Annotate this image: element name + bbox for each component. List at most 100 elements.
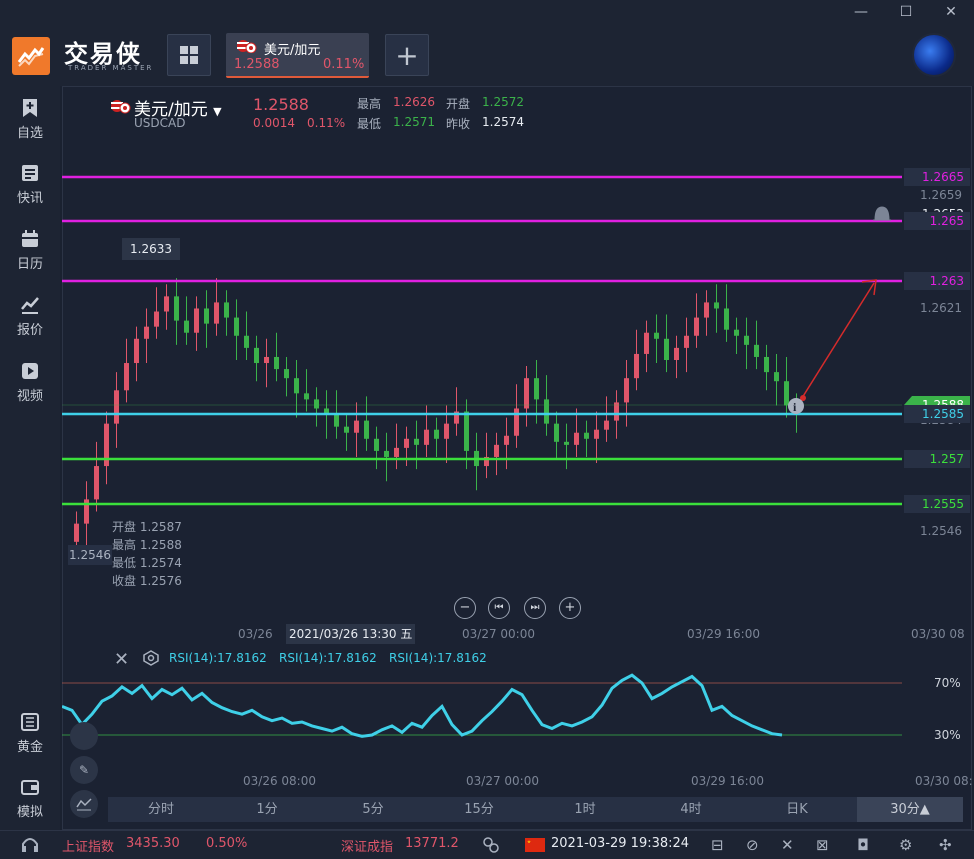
candle-body [224,302,229,318]
index2-value: 13771.2 [405,836,459,851]
add-tab-button[interactable]: + [385,34,429,76]
candle-body [144,326,149,339]
index1-name[interactable]: 上证指数 [62,836,114,855]
sidebar-item-label: 快讯 [16,191,43,206]
candle-body [334,414,339,427]
magnet-icon[interactable]: ⊠ [816,836,829,854]
sidebar-item-label: 模拟 [16,805,43,820]
scroll-start-button[interactable]: ⏮ [488,597,510,619]
candle-body [674,347,679,360]
candlestick-chart[interactable]: i [62,140,972,620]
candle-body [684,335,689,348]
candle-body [654,332,659,339]
level-tag-4: 1.2585 [904,405,970,423]
candle-body [264,356,269,364]
candle-body [274,356,279,370]
layout-grid-button[interactable] [167,34,211,76]
candle-body [644,332,649,354]
high-label: 最高 [357,97,382,111]
candle-body [124,363,129,391]
candle-body [784,381,789,406]
minimize-button[interactable]: — [850,4,872,22]
zoom-out-button[interactable]: − [454,597,476,619]
news-icon [22,165,38,181]
ohlc-close: 收盘 1.2576 [112,574,182,588]
candle-body [464,411,469,451]
symbol-price: 1.2588 [253,95,309,114]
period-30m[interactable]: 30分▲ [857,797,963,822]
candle-body [404,438,409,448]
maximize-button[interactable]: ☐ [895,4,917,22]
sidebar-item-label: 视频 [16,389,43,404]
candle-body [434,429,439,439]
settings-gear-icon[interactable]: ⚙ [899,836,912,854]
candle-body [664,338,669,360]
headset-icon[interactable] [20,836,40,854]
period-4h[interactable]: 4时 [638,797,744,822]
level-tag-6: 1.2555 [904,495,970,513]
level-tag-3: 1.263 [904,272,970,290]
sidebar-item-calendar[interactable]: 日历 [0,229,60,287]
tab-usdcad[interactable]: 美元/加元 1.2588 0.11% [226,33,369,78]
sidebar-item-watchlist[interactable]: 自选 [0,98,60,156]
logo-chart-icon [17,47,45,67]
period-5m[interactable]: 5分 [320,797,426,822]
sidebar-item-quotes[interactable]: 报价 [0,295,60,353]
drawing-tool-button[interactable] [70,722,98,750]
scroll-end-button[interactable]: ⏭ [524,597,546,619]
bookmark-plus-icon [23,99,37,117]
indicator-button[interactable] [70,790,98,818]
layout-icon[interactable]: ⊟ [711,836,724,854]
gold-icon [21,713,39,731]
tab-price: 1.2588 [234,57,280,72]
period-tick[interactable]: 分时 [108,797,214,822]
candle-body [284,369,289,379]
camera-icon[interactable]: ◘ [857,836,869,854]
index2-name[interactable]: 深证成指 [341,836,393,855]
period-1h[interactable]: 1时 [532,797,638,822]
candle-body [194,308,199,333]
bell-icon[interactable] [873,206,891,221]
trend-arrow-line[interactable] [801,282,875,399]
candle-body [94,466,99,500]
brand-subtitle: TRADER MASTER [68,64,154,72]
rsi-chart[interactable] [62,660,902,770]
crosshair-icon[interactable]: ✣ [939,836,952,854]
candle-body [744,335,749,345]
chart-hide-icon[interactable]: ⊘ [746,836,759,854]
symbol-pct: 0.11% [307,116,346,130]
close-button[interactable]: ✕ [940,4,962,22]
sidebar-item-gold[interactable]: 黄金 [0,712,60,770]
chevron-down-icon: ▼ [213,105,222,118]
zoom-in-button[interactable]: + [559,597,581,619]
sidebar-item-video[interactable]: 视频 [0,361,60,419]
candle-body [554,423,559,442]
avatar[interactable] [912,33,956,77]
calendar-icon [22,230,38,247]
low-value: 1.2571 [393,115,435,129]
candle-body [364,420,369,439]
cursor-time-label: 2021/03/26 13:30 五 [286,624,416,644]
pencil-icon[interactable]: ✎ [70,756,98,784]
low-label: 最低 [357,117,382,131]
candle-body [624,378,629,403]
period-1m[interactable]: 1分 [214,797,320,822]
candle-body [164,296,169,312]
sidebar-item-label: 自选 [16,126,43,141]
symbol-change: 0.0014 [253,116,295,130]
candle-body [424,429,429,445]
rsi-x-tick-1: 03/26 08:00 [243,774,316,788]
high-value: 1.2626 [393,95,435,109]
candle-body [444,423,449,439]
rsi-x-tick-4: 03/30 08: [915,774,973,788]
grid-icon [180,46,198,64]
link-icon[interactable] [482,836,500,854]
period-15m[interactable]: 15分 [426,797,532,822]
sidebar-item-news[interactable]: 快讯 [0,163,60,221]
candle-body [564,441,569,445]
period-daily[interactable]: 日K [744,797,850,822]
clock-datetime: 2021-03-29 19:38:24 [551,836,690,851]
candle-body [584,432,589,439]
tools-icon[interactable]: ✕ [781,836,794,854]
sidebar-item-demo[interactable]: 模拟 [0,777,60,835]
